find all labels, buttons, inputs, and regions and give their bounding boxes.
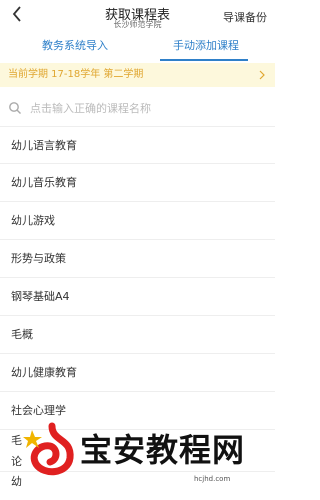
course-item[interactable]: 幼儿健康教育	[0, 354, 275, 392]
header: 获取课程表 长沙师范学院 导课备份	[0, 0, 275, 32]
course-item[interactable]: 毛概	[0, 316, 275, 354]
backup-button[interactable]: 导课备份	[223, 9, 267, 25]
course-name: 幼儿音乐教育	[11, 176, 77, 189]
course-item[interactable]: 钢琴基础A4	[0, 278, 275, 316]
course-item[interactable]: 社会心理学	[0, 392, 275, 430]
search-input[interactable]	[30, 97, 260, 119]
search-icon	[9, 102, 21, 114]
course-name: 毛概	[11, 328, 33, 341]
course-name: 幼儿健康教育	[11, 366, 77, 379]
course-name: 论	[11, 455, 22, 468]
search-bar[interactable]	[0, 97, 275, 125]
semester-banner[interactable]: 当前学期 17-18学年 第二学期	[0, 63, 275, 87]
course-item[interactable]: 幼	[0, 472, 275, 492]
semester-text: 当前学期 17-18学年 第二学期	[8, 69, 144, 80]
tab-import[interactable]: 教务系统导入	[0, 36, 150, 62]
course-name: 幼儿语言教育	[11, 139, 77, 152]
course-list: 幼儿语言教育 幼儿音乐教育 幼儿游戏 形势与政策 钢琴基础A4 毛概 幼儿健康教…	[0, 126, 275, 492]
course-item[interactable]: 幼儿游戏	[0, 202, 275, 240]
chevron-right-icon	[259, 70, 265, 80]
tab-bar: 教务系统导入 手动添加课程	[0, 36, 275, 62]
course-item[interactable]: 形势与政策	[0, 240, 275, 278]
course-name: 社会心理学	[11, 404, 66, 417]
course-name: 幼儿游戏	[11, 214, 55, 227]
course-name: 形势与政策	[11, 252, 66, 265]
course-item[interactable]: 幼儿语言教育	[0, 126, 275, 164]
active-tab-indicator	[160, 59, 248, 61]
course-name: 钢琴基础A4	[11, 290, 70, 303]
course-name: 毛	[11, 434, 22, 447]
course-item[interactable]: 幼儿音乐教育	[0, 164, 275, 202]
course-item[interactable]: 毛	[0, 430, 275, 452]
course-item[interactable]: 论	[0, 452, 275, 472]
course-name: 幼	[11, 475, 22, 488]
